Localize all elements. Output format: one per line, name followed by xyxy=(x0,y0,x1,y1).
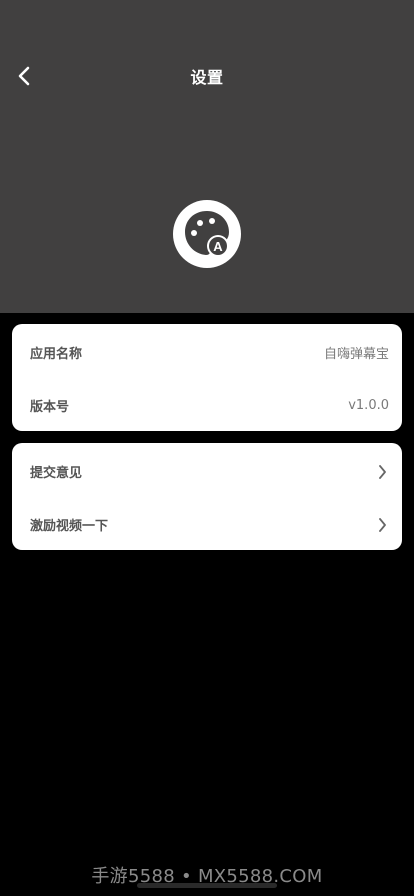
header: 设置 A xyxy=(0,0,414,313)
svg-text:A: A xyxy=(213,239,223,254)
rewarded-video-row[interactable]: 激励视频一下 xyxy=(12,498,402,551)
rewarded-video-label: 激励视频一下 xyxy=(30,519,109,534)
feedback-row[interactable]: 提交意见 xyxy=(12,445,402,498)
app-logo: A xyxy=(172,199,242,269)
watermark: 手游5588 • MX5588.COM xyxy=(91,866,323,887)
app-name-value: 自嗨弹幕宝 xyxy=(323,347,389,362)
app-info-card: 应用名称 自嗨弹幕宝 版本号 v1.0.0 xyxy=(12,324,402,431)
app-name-row: 应用名称 自嗨弹幕宝 xyxy=(12,326,402,379)
version-value: v1.0.0 xyxy=(348,398,389,413)
version-row: 版本号 v1.0.0 xyxy=(12,379,402,432)
page-title: 设置 xyxy=(190,68,224,87)
palette-logo-icon: A xyxy=(173,200,241,268)
actions-card: 提交意见 激励视频一下 xyxy=(12,443,402,550)
app-name-label: 应用名称 xyxy=(30,347,83,362)
version-label: 版本号 xyxy=(30,400,70,415)
settings-screen: 设置 A 应用名称 自嗨弹幕宝 版本号 v1.0.0 提交意见 激励视频一下 手… xyxy=(0,0,414,896)
chevron-right-icon xyxy=(375,517,389,532)
chevron-right-icon xyxy=(375,464,389,479)
feedback-label: 提交意见 xyxy=(30,466,83,481)
